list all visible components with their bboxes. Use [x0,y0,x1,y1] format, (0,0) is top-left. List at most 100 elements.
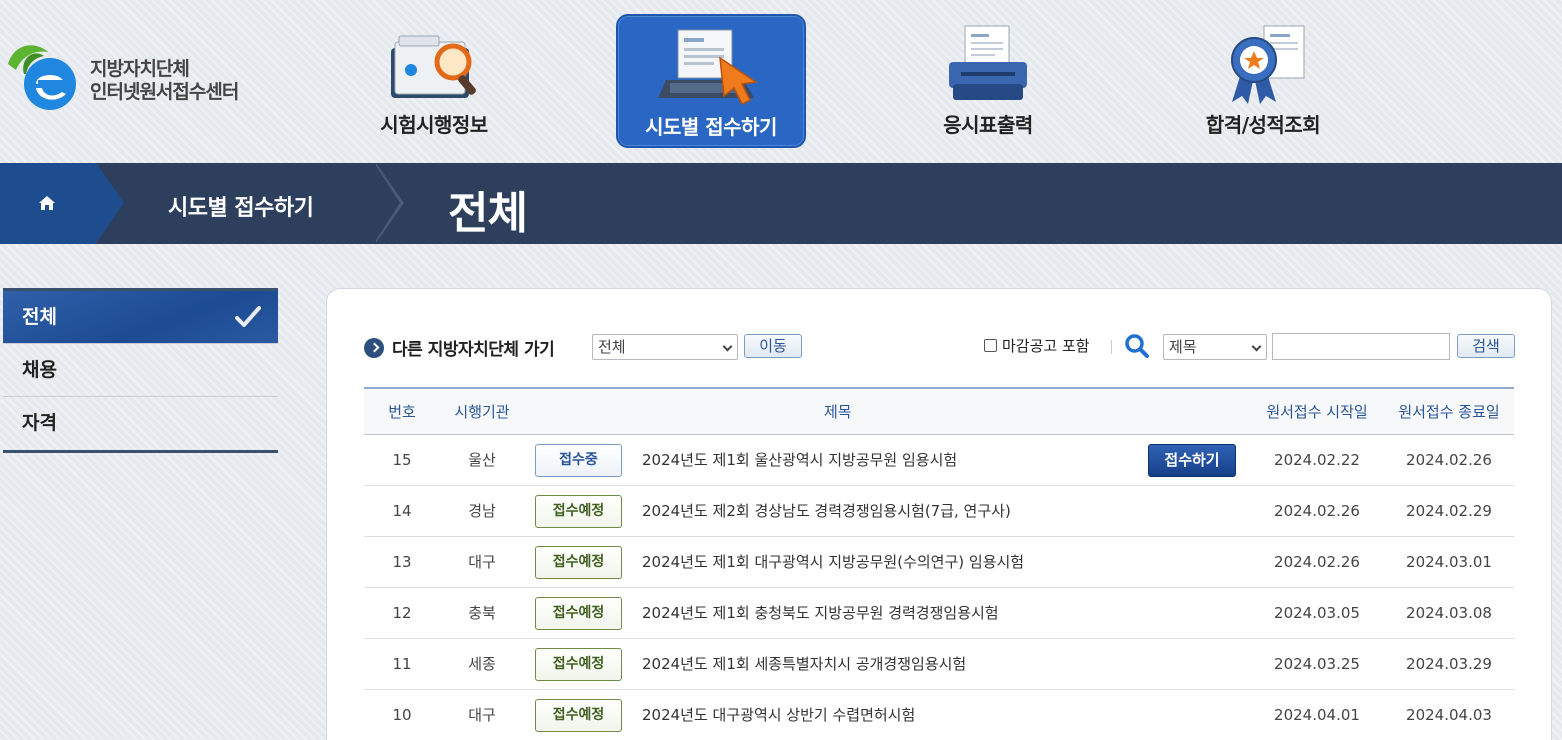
cell-title[interactable]: 2024년도 대구광역시 상반기 수렵면허시험 [642,690,1142,740]
breadcrumb-separator-fill [374,163,400,243]
exam-table: 번호 시행기관 제목 원서접수 시작일 원서접수 종료일 15 울산 접수중 2024… [364,387,1514,740]
cell-org: 경남 [468,502,496,520]
search-button[interactable]: 검색 [1457,334,1515,358]
status-badge: 접수예정 [535,495,622,528]
cell-org: 대구 [468,553,496,571]
include-closed-checkbox[interactable] [984,339,997,352]
sidebar-item-all[interactable]: 전체 [3,291,278,344]
site-name: 지방자치단체 인터넷원서접수센터 [90,58,239,104]
cell-no: 11 [392,655,412,673]
cell-start-date: 2024.04.01 [1274,706,1360,724]
breadcrumb-current: 전체 [448,188,528,239]
e-logo-icon [8,45,76,110]
table-body: 15 울산 접수중 2024년도 제1회 울산광역시 지방공무원 임용시험 2024.0… [364,435,1514,740]
column-header-start: 원서접수 시작일 [1266,403,1368,421]
table-header: 번호 시행기관 제목 원서접수 시작일 원서접수 종료일 [364,387,1514,435]
cell-org: 세종 [468,655,496,673]
other-region-label: 다른 지방자치단체 가기 [392,340,555,360]
award-ribbon-icon [1231,25,1305,104]
cell-end-date: 2024.04.03 [1406,706,1492,724]
cell-org: 울산 [468,451,496,469]
printer-icon [949,25,1027,100]
move-button[interactable]: 이동 [744,334,802,358]
status-badge: 접수예정 [535,699,622,732]
sidebar-item-label: 자격 [22,412,57,434]
cell-end-date: 2024.03.01 [1406,553,1492,571]
cell-end-date: 2024.02.29 [1406,502,1492,520]
table-row[interactable]: 13 대구 접수예정 2024년도 제1회 대구광역시 지방공무원(수의연구) 임용시… [364,537,1514,588]
nav-label: 응시표출력 [943,113,1033,137]
status-badge: 접수중 [535,444,622,477]
cell-title[interactable]: 2024년도 제1회 세종특별자치시 공개경쟁임용시험 [642,639,1142,690]
region-select[interactable]: 전체 [592,334,738,360]
column-header-org: 시행기관 [454,403,510,421]
cell-no: 13 [392,553,412,571]
cell-no: 10 [392,706,412,724]
column-header-no: 번호 [388,403,416,421]
nav-print-admission[interactable]: 응시표출력 [893,14,1083,148]
divider [1111,340,1112,354]
cell-start-date: 2024.03.25 [1274,655,1360,673]
nav-apply-by-region[interactable]: 시도별 접수하기 [616,14,806,148]
status-badge: 접수예정 [535,597,622,630]
include-closed-label: 마감공고 포함 [1002,337,1090,355]
table-row[interactable]: 15 울산 접수중 2024년도 제1회 울산광역시 지방공무원 임용시험 2024.0… [364,435,1514,486]
search-field-select[interactable]: 제목 [1163,334,1267,360]
breadcrumb-separator [96,163,124,243]
cell-start-date: 2024.02.26 [1274,502,1360,520]
column-header-title: 제목 [824,403,852,421]
chevron-down-icon [722,341,733,352]
nav-exam-info[interactable]: 시험시행정보 [339,14,529,148]
search-icon [1125,334,1149,358]
site-name-line1: 지방자치단체 [90,58,190,80]
cell-end-date: 2024.03.29 [1406,655,1492,673]
home-icon [39,196,55,210]
cell-title[interactable]: 2024년도 제1회 대구광역시 지방공무원(수의연구) 임용시험 [642,537,1142,588]
nav-label: 합격/성적조회 [1205,113,1321,137]
sidebar: 전체 채용 자격 [3,288,278,453]
sidebar-item-recruit[interactable]: 채용 [3,344,278,397]
table-row[interactable]: 10 대구 접수예정 2024년도 대구광역시 상반기 수렵면허시험 2024.04.0… [364,690,1514,740]
chevron-right-circle-icon [364,338,384,358]
cell-no: 14 [392,502,412,520]
include-closed-option[interactable]: 마감공고 포함 [984,335,1090,356]
status-badge: 접수예정 [535,648,622,681]
cell-org: 충북 [468,604,496,622]
chevron-down-icon [1251,341,1262,352]
cell-org: 대구 [468,706,496,724]
breadcrumb: 시도별 접수하기 전체 [0,163,1562,244]
sidebar-item-label: 채용 [22,359,57,381]
status-badge: 접수예정 [535,546,622,579]
content-panel: 다른 지방자치단체 가기 전체 이동 마감공고 포함 제목 검색 번호 시행기관… [326,288,1552,740]
cell-no: 12 [392,604,412,622]
site-name-line2: 인터넷원서접수센터 [90,81,239,103]
cell-start-date: 2024.03.05 [1274,604,1360,622]
laptop-cursor-icon [658,29,759,106]
cell-no: 15 [392,451,412,469]
site-header: 지방자치단체 인터넷원서접수센터 시험시행정보 시도별 접수하기 응시표출력 합… [0,0,1562,163]
table-row[interactable]: 12 충북 접수예정 2024년도 제1회 충청북도 지방공무원 경력경쟁임용시험 20… [364,588,1514,639]
search-field-select-value: 제목 [1169,338,1197,356]
cell-title[interactable]: 2024년도 제1회 울산광역시 지방공무원 임용시험 [642,435,1142,486]
folder-magnifier-icon [391,35,476,98]
site-logo[interactable]: 지방자치단체 인터넷원서접수센터 [4,30,264,110]
check-icon [235,306,261,327]
sidebar-item-license[interactable]: 자격 [3,397,278,450]
sidebar-item-label: 전체 [22,306,57,328]
cell-end-date: 2024.03.08 [1406,604,1492,622]
nav-label: 시험시행정보 [380,113,488,137]
cell-title[interactable]: 2024년도 제1회 충청북도 지방공무원 경력경쟁임용시험 [642,588,1142,639]
table-row[interactable]: 11 세종 접수예정 2024년도 제1회 세종특별자치시 공개경쟁임용시험 2024.… [364,639,1514,690]
breadcrumb-home[interactable] [0,163,96,244]
apply-button[interactable]: 접수하기 [1148,444,1236,477]
column-header-end: 원서접수 종료일 [1398,403,1500,421]
search-input[interactable] [1272,333,1450,360]
breadcrumb-level1[interactable]: 시도별 접수하기 [168,190,314,222]
nav-label: 시도별 접수하기 [645,115,777,139]
table-row[interactable]: 14 경남 접수예정 2024년도 제2회 경상남도 경력경쟁임용시험(7급, 연구사… [364,486,1514,537]
cell-start-date: 2024.02.22 [1274,451,1360,469]
nav-result-inquiry[interactable]: 합격/성적조회 [1168,14,1358,148]
cell-title[interactable]: 2024년도 제2회 경상남도 경력경쟁임용시험(7급, 연구사) [642,486,1142,537]
cell-end-date: 2024.02.26 [1406,451,1492,469]
region-select-value: 전체 [598,338,626,356]
